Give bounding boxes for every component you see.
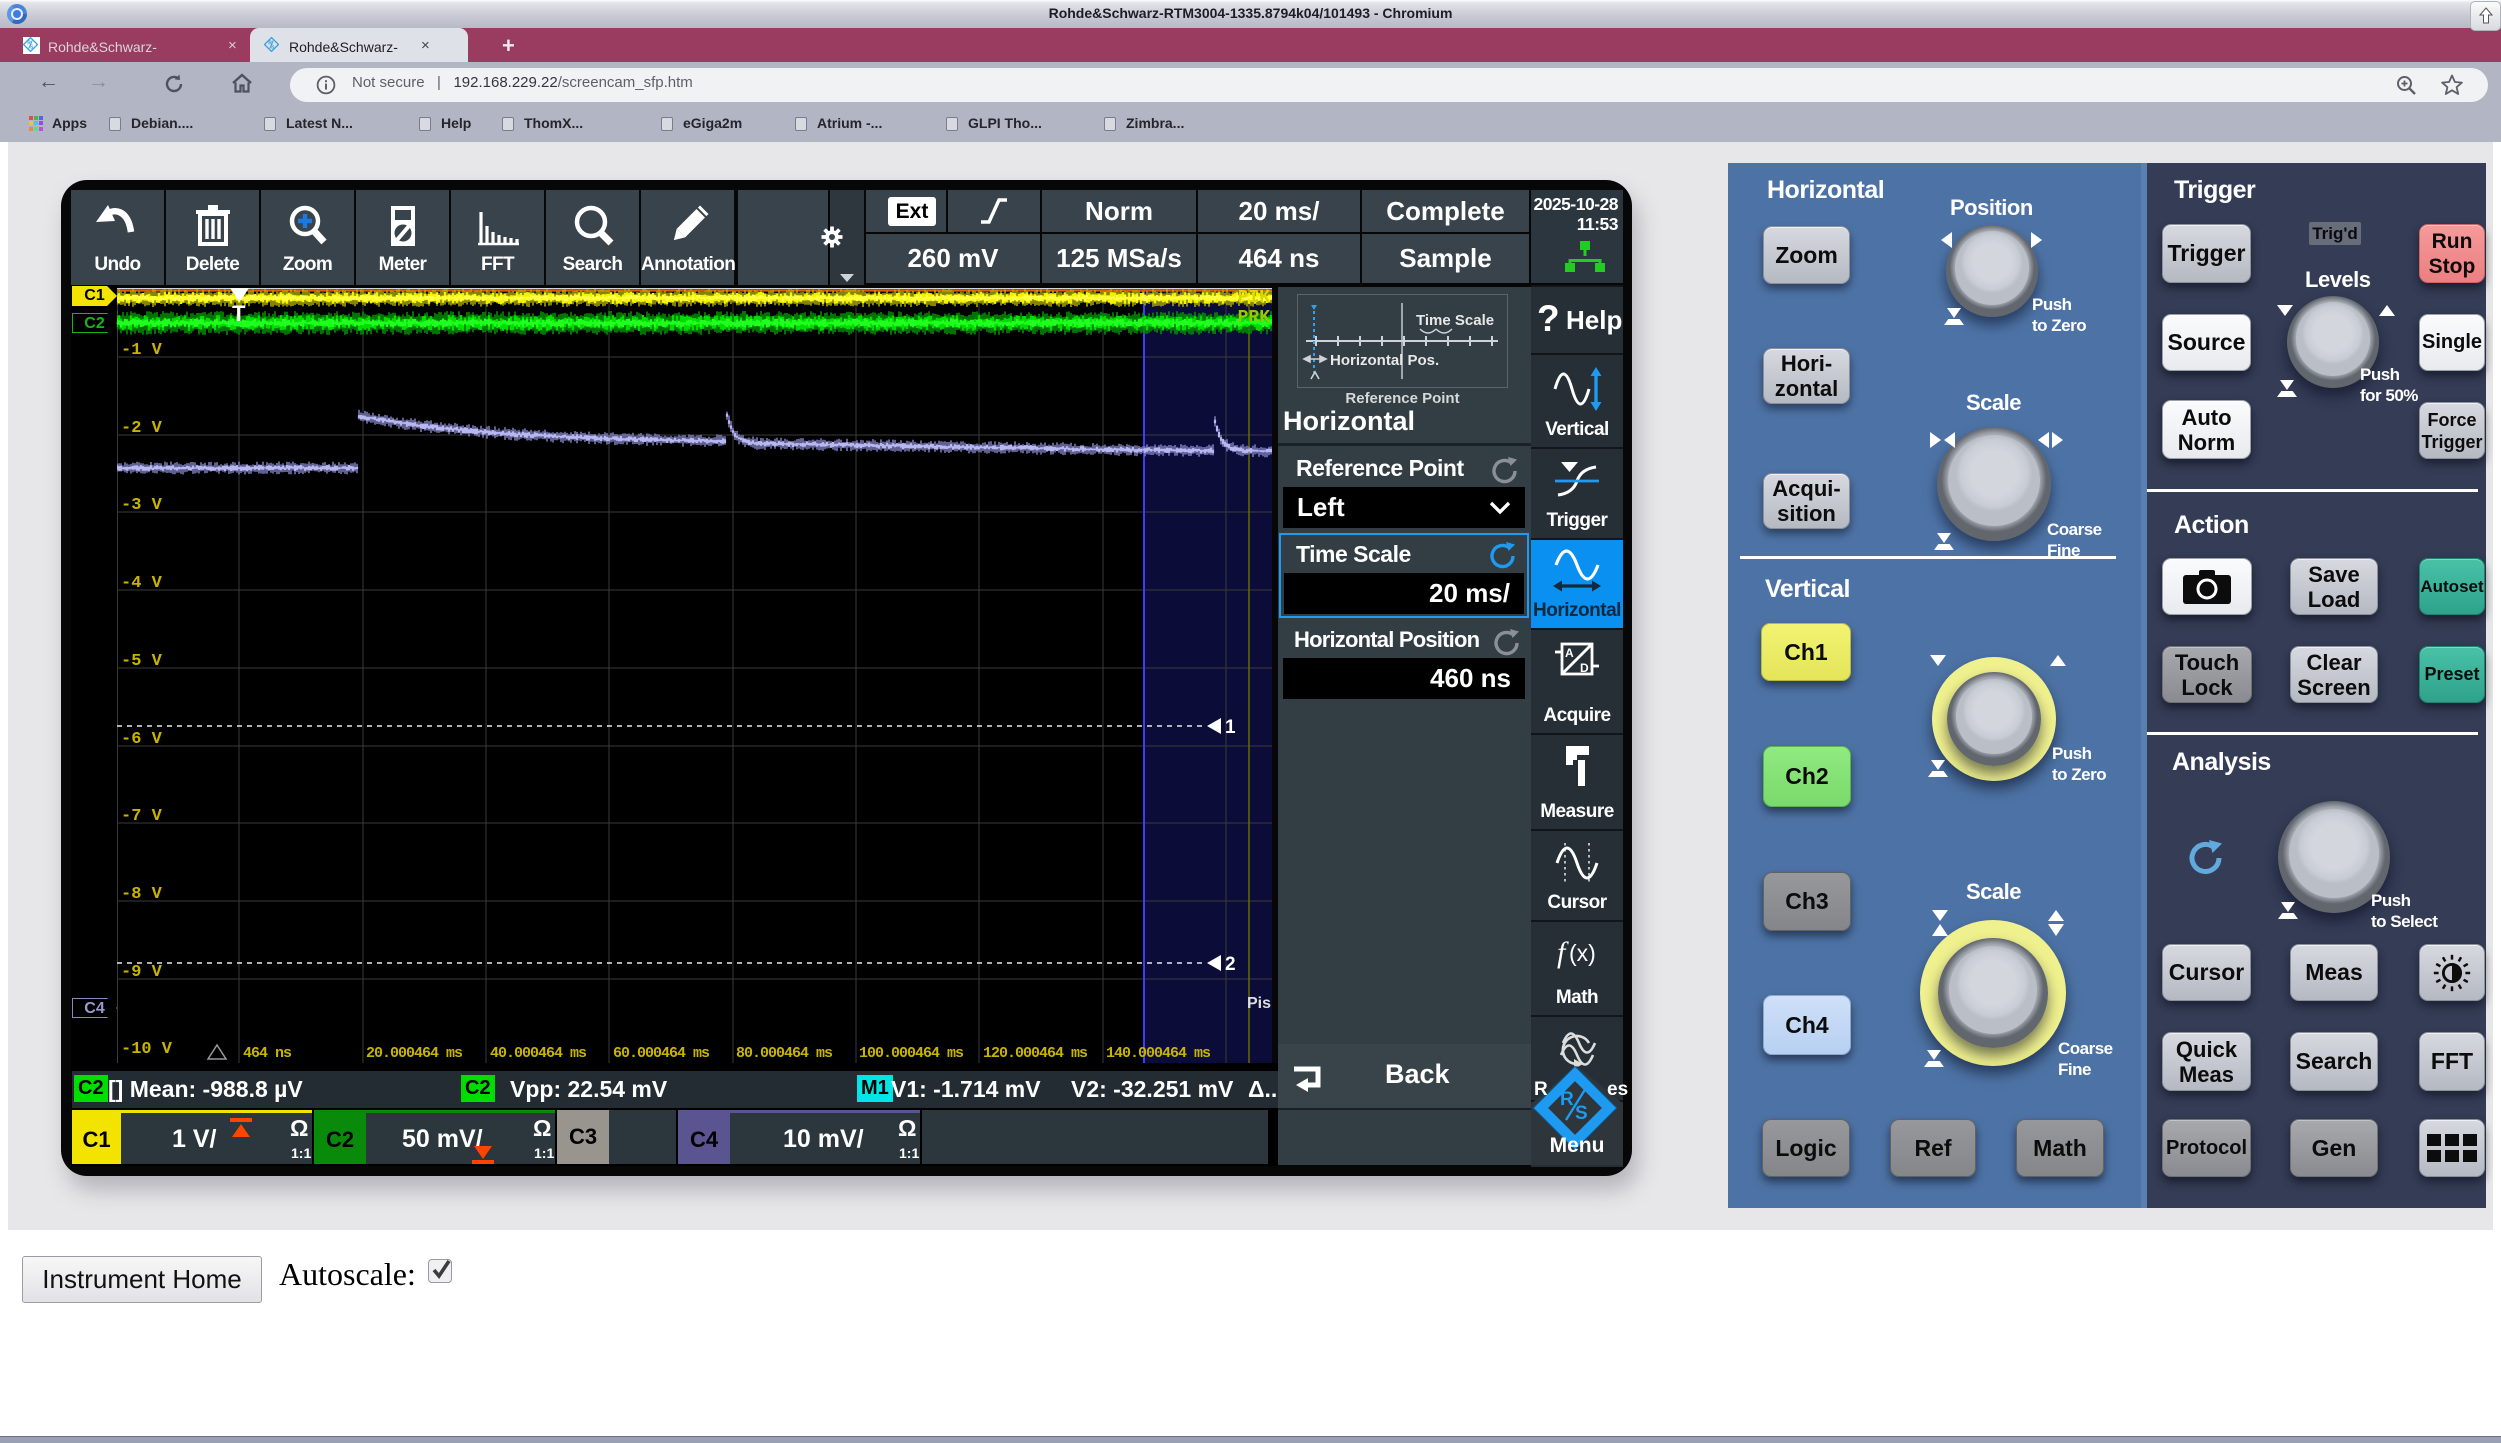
svg-text:1: 1 — [1225, 717, 1236, 738]
svg-text:Time Scale: Time Scale — [1416, 312, 1494, 329]
svg-text:2: 2 — [1225, 954, 1236, 975]
svg-text:PRK: PRK — [1238, 308, 1271, 328]
svg-text:80.000464 ms: 80.000464 ms — [736, 1045, 833, 1062]
svg-text:20.000464 ms: 20.000464 ms — [366, 1045, 463, 1062]
svg-text:100.000464 ms: 100.000464 ms — [859, 1045, 964, 1062]
svg-text:120.000464 ms: 120.000464 ms — [983, 1045, 1088, 1062]
svg-text:PIK: PIK — [1238, 288, 1271, 308]
svg-text:Pis: Pis — [1247, 995, 1271, 1012]
svg-text:T: T — [232, 301, 246, 326]
svg-text:f: f — [1557, 936, 1569, 969]
svg-text:Horizontal Pos.: Horizontal Pos. — [1330, 352, 1439, 369]
svg-text:D: D — [1580, 661, 1589, 675]
svg-text:60.000464 ms: 60.000464 ms — [613, 1045, 710, 1062]
svg-text:40.000464 ms: 40.000464 ms — [490, 1045, 587, 1062]
svg-text:(x): (x) — [1569, 940, 1596, 966]
svg-text:140.000464 ms: 140.000464 ms — [1106, 1045, 1211, 1062]
svg-text:A: A — [1565, 646, 1574, 660]
svg-text:464 ns: 464 ns — [243, 1045, 292, 1062]
